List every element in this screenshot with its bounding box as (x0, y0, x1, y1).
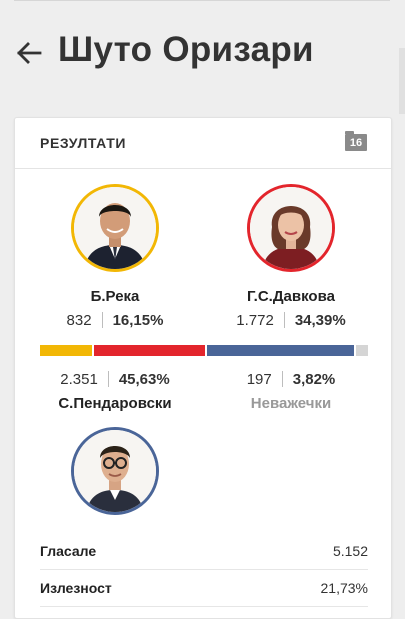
summary-row-voted: Гласале 5.152 (40, 533, 368, 570)
results-bar-segment (94, 345, 205, 356)
candidate-stats-davkova: 1.772 34,39% (206, 310, 376, 330)
invalid-votes-stats: 197 3,82% (206, 369, 376, 389)
summary-value: 5.152 (332, 543, 368, 559)
invalid-votes-count: 197 (246, 370, 272, 388)
candidate-stats-reka: 832 16,15% (30, 310, 200, 330)
card-header: РЕЗУЛТАТИ 16 (15, 118, 391, 169)
results-bar (40, 345, 368, 356)
arrow-left-icon (17, 42, 42, 64)
summary-row-turnout: Излезност 21,73% (40, 570, 368, 607)
results-bar-segment (356, 345, 368, 356)
card-title: РЕЗУЛТАТИ (40, 135, 127, 151)
candidate-votes: 832 (66, 311, 92, 329)
candidate-name-reka: Б.Река (90, 288, 140, 305)
invalid-votes-label: Неважечки (250, 395, 332, 412)
invalid-votes-percent: 3,82% (292, 370, 336, 388)
avatar-pendarovski (71, 427, 159, 515)
candidate-percent: 45,63% (118, 370, 170, 388)
candidate-votes: 1.772 (236, 311, 274, 329)
candidate-votes: 2.351 (60, 370, 98, 388)
candidate-stats-pendarovski: 2.351 45,63% (30, 369, 200, 389)
results-card: РЕЗУЛТАТИ 16 Б.Река 832 16,15% Г.С.Давко… (14, 117, 392, 619)
summary-label: Излезност (40, 580, 112, 596)
page-title: Шуто Оризари (58, 30, 314, 69)
results-bar-segment (40, 345, 92, 356)
stat-divider (101, 312, 103, 328)
candidate-percent: 34,39% (294, 311, 346, 329)
candidate-name-pendarovski: С.Пендаровски (58, 395, 172, 412)
summary-value: 21,73% (320, 580, 368, 596)
stat-divider (281, 371, 283, 387)
results-bar-segment (207, 345, 354, 356)
badge-count: 16 (349, 136, 363, 149)
summary-label: Гласале (40, 543, 97, 559)
avatar-davkova (247, 184, 335, 272)
stat-divider (283, 312, 285, 328)
candidate-name-davkova: Г.С.Давкова (247, 288, 335, 305)
stat-divider (107, 371, 109, 387)
page-header: Шуто Оризари (0, 20, 405, 90)
back-button[interactable] (12, 36, 46, 70)
folder-icon[interactable]: 16 (345, 131, 367, 151)
candidate-percent: 16,15% (112, 311, 164, 329)
top-divider (14, 0, 390, 1)
avatar-reka (71, 184, 159, 272)
